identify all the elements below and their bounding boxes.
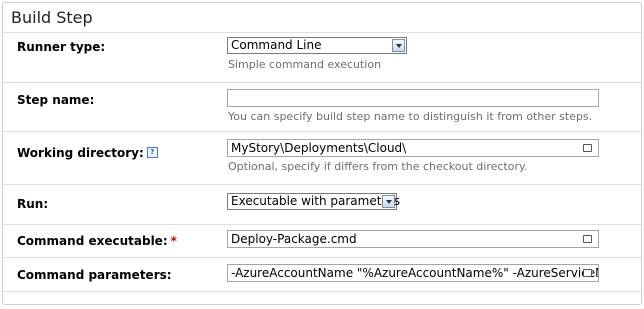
runner-type-value: Command Line [231, 38, 322, 52]
chevron-down-icon [392, 39, 405, 52]
command-parameters-value: -AzureAccountName "%AzureAccountName%" -… [231, 266, 599, 280]
step-name-input[interactable] [227, 89, 599, 107]
expand-editor-icon[interactable] [583, 235, 592, 243]
command-executable-row: Command executable: * Deploy-Package.cmd [3, 224, 641, 257]
working-directory-label-text: Working directory: [17, 146, 144, 160]
section-title: Build Step [11, 8, 93, 27]
runner-type-label: Runner type: [17, 40, 106, 54]
command-executable-label-text: Command executable: [17, 234, 168, 248]
command-executable-value: Deploy-Package.cmd [231, 232, 357, 246]
run-label: Run: [17, 197, 49, 211]
help-icon[interactable]: ? [146, 147, 158, 158]
expand-editor-icon[interactable] [583, 269, 592, 277]
runner-type-hint: Simple command execution [228, 58, 382, 71]
runner-type-select[interactable]: Command Line [227, 37, 407, 54]
step-name-row: Step name: You can specify build step na… [3, 82, 641, 131]
chevron-down-icon [382, 195, 395, 208]
command-parameters-label: Command parameters: [17, 268, 172, 282]
working-directory-label: Working directory:? [17, 146, 158, 160]
working-directory-hint: Optional, specify if differs from the ch… [228, 160, 528, 173]
step-name-hint: You can specify build step name to disti… [228, 110, 593, 123]
command-executable-input[interactable]: Deploy-Package.cmd [227, 230, 599, 248]
runner-type-row: Runner type: Command Line Simple command… [3, 32, 641, 82]
run-select[interactable]: Executable with parameters [227, 193, 400, 210]
command-executable-label: Command executable: * [17, 234, 177, 248]
required-marker: * [170, 234, 177, 248]
command-parameters-row: Command parameters: -AzureAccountName "%… [3, 257, 641, 291]
run-value: Executable with parameters [231, 194, 400, 208]
working-directory-row: Working directory:? MyStory\Deployments\… [3, 131, 641, 184]
command-parameters-input[interactable]: -AzureAccountName "%AzureAccountName%" -… [227, 264, 599, 282]
working-directory-value: MyStory\Deployments\Cloud\ [231, 141, 407, 155]
run-row: Run: Executable with parameters [3, 184, 641, 224]
panel-bottom-divider [3, 291, 641, 292]
expand-editor-icon[interactable] [583, 144, 592, 152]
working-directory-input[interactable]: MyStory\Deployments\Cloud\ [227, 139, 599, 157]
step-name-label: Step name: [17, 93, 95, 107]
